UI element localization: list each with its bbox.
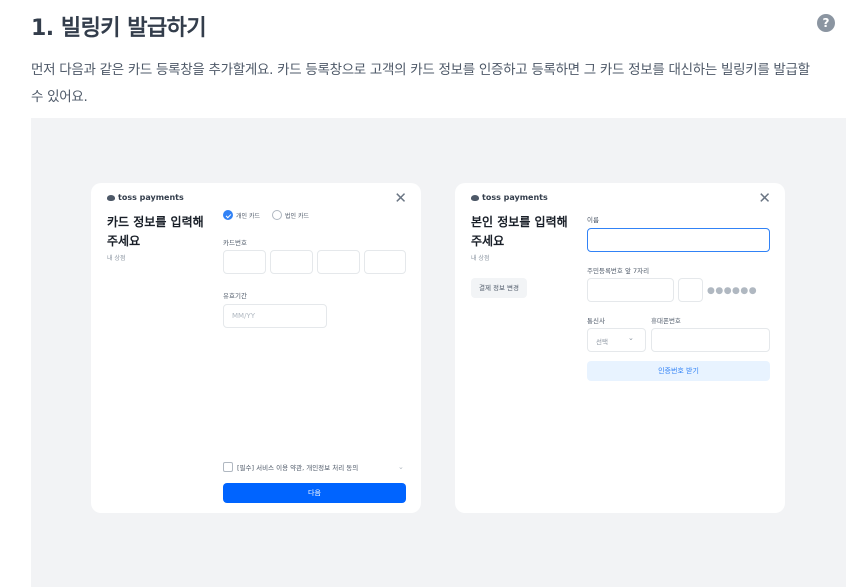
identity-info-modal: toss payments ✕ 본인 정보를 입력해주세요 내 상점 결제 정보…: [455, 183, 785, 513]
toss-logo-icon: [471, 194, 479, 201]
close-icon[interactable]: ✕: [758, 191, 771, 206]
toss-logo-text: toss payments: [482, 193, 548, 202]
name-input[interactable]: [587, 228, 770, 252]
change-payment-info-button[interactable]: 결제 정보 변경: [471, 278, 528, 298]
card-info-modal: toss payments ✕ 카드 정보를 입력해주세요 내 상점 개인 카드…: [91, 183, 421, 513]
terms-checkbox[interactable]: [223, 462, 233, 472]
radio-unchecked-icon: [272, 210, 282, 220]
radio-personal-card[interactable]: 개인 카드: [223, 210, 260, 220]
card-number-input-3[interactable]: [317, 250, 360, 274]
carrier-label: 통신사: [587, 317, 605, 325]
card-type-radio-group: 개인 카드 법인 카드: [223, 210, 321, 220]
terms-label: [필수] 서비스 이용 약관, 개인정보 처리 동의: [237, 464, 359, 472]
name-label: 이름: [587, 216, 599, 224]
toss-logo-icon: [107, 194, 115, 201]
expiry-placeholder: MM/YY: [232, 312, 255, 320]
toss-logo-text: toss payments: [118, 193, 184, 202]
expiry-label: 유효기간: [223, 292, 247, 300]
phone-label: 휴대폰번호: [651, 317, 681, 325]
phone-input[interactable]: [651, 328, 770, 352]
chevron-down-icon[interactable]: ⌄: [398, 463, 404, 471]
preview-stage: toss payments ✕ 카드 정보를 입력해주세요 내 상점 개인 카드…: [31, 118, 846, 587]
request-verification-button[interactable]: 인증번호 받기: [587, 361, 770, 381]
toss-logo: toss payments: [107, 193, 184, 202]
carrier-select-value: 선택: [596, 338, 608, 346]
page-title: 1. 빌링키 발급하기: [31, 16, 207, 41]
question-icon[interactable]: ?: [817, 14, 835, 32]
card-heading: 본인 정보를 입력해주세요: [471, 215, 568, 248]
rrn-masked-dots: ●●●●●●: [707, 286, 758, 296]
terms-agree-row[interactable]: [필수] 서비스 이용 약관, 개인정보 처리 동의: [223, 462, 358, 472]
card-number-label: 카드번호: [223, 239, 247, 247]
store-name: 내 상점: [107, 255, 126, 262]
rrn-back-input[interactable]: [678, 278, 703, 302]
card-number-input-1[interactable]: [223, 250, 266, 274]
radio-corporate-label: 법인 카드: [285, 212, 309, 220]
radio-corporate-card[interactable]: 법인 카드: [272, 210, 309, 220]
card-heading: 카드 정보를 입력해주세요: [107, 215, 204, 248]
rrn-label: 주민등록번호 앞 7자리: [587, 267, 650, 275]
radio-personal-label: 개인 카드: [236, 212, 260, 220]
chevron-down-icon: ⌄: [628, 334, 634, 342]
radio-checked-icon: [223, 210, 233, 220]
store-name: 내 상점: [471, 255, 490, 262]
next-button[interactable]: 다음: [223, 483, 406, 503]
card-number-input-2[interactable]: [270, 250, 313, 274]
card-number-input-4[interactable]: [364, 250, 406, 274]
description: 먼저 다음과 같은 카드 등록창을 추가할게요. 카드 등록창으로 고객의 카드…: [31, 62, 810, 105]
toss-logo: toss payments: [471, 193, 548, 202]
close-icon[interactable]: ✕: [394, 191, 407, 206]
rrn-front-input[interactable]: [587, 278, 674, 302]
